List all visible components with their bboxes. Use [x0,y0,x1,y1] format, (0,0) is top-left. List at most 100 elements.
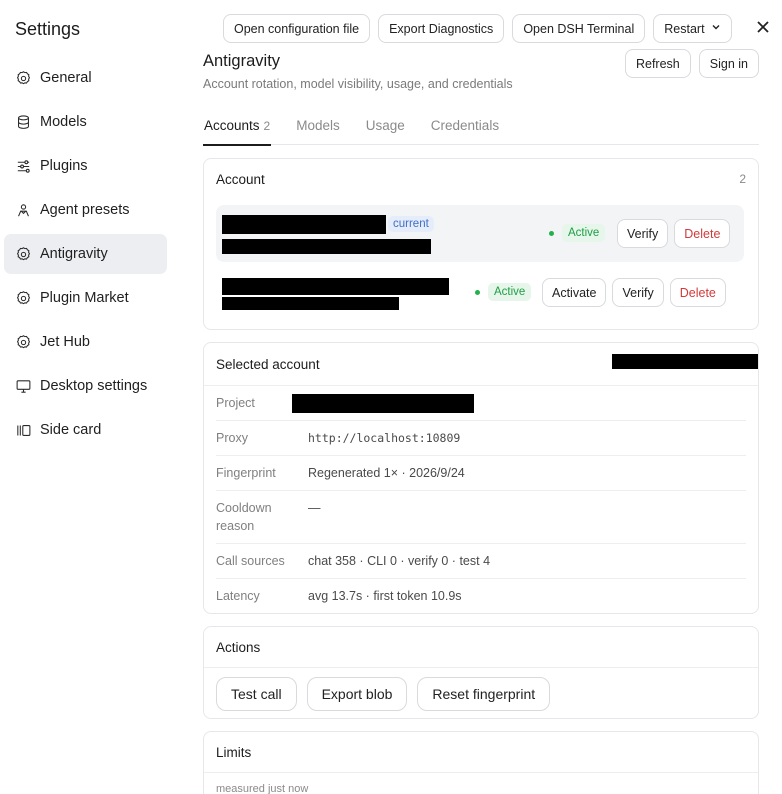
sidebar-item-plugins[interactable]: Plugins [4,146,167,186]
restart-dropdown-button[interactable]: Restart [653,14,732,43]
field-value: chat 358 · CLI 0 · verify 0 · test 4 [308,554,491,568]
field-value: Regenerated 1× · 2026/9/24 [308,466,465,480]
redacted-project [292,394,490,413]
tab-credentials[interactable]: Credentials [430,111,500,145]
open-config-button[interactable]: Open configuration file [223,14,371,43]
field-fingerprint: Fingerprint Regenerated 1× · 2026/9/24 [216,455,746,490]
tab-accounts[interactable]: Accounts 2 [203,111,272,146]
field-list: Project Proxy http://localhost:10809 Fin… [204,385,758,613]
tab-usage[interactable]: Usage [365,111,406,145]
activate-button[interactable]: Activate [542,278,607,307]
settings-window: Settings General Models Plugins Agent pr… [0,0,782,794]
tab-label: Accounts [204,118,260,133]
sidebar-title: Settings [15,19,81,39]
sidebar-item-general[interactable]: General [4,58,167,98]
actions-header: Actions [204,627,758,667]
field-key: Latency [216,589,260,603]
page-title: Antigravity [203,52,281,70]
sidebar-item-label: Antigravity [40,246,108,262]
header-actions: Refresh Sign in [624,49,759,78]
sidebar-item-label: Jet Hub [40,334,90,350]
refresh-button[interactable]: Refresh [624,49,691,78]
field-proxy: Proxy http://localhost:10809 [216,420,746,455]
sign-in-button[interactable]: Sign in [698,49,759,78]
tab-label: Credentials [430,118,500,133]
sidebar: Settings General Models Plugins Agent pr… [0,0,182,794]
sidebar-item-jet-hub[interactable]: Jet Hub [4,322,167,362]
sidebar-item-side-card[interactable]: Side card [4,410,167,450]
account-card: Account 2 current Active Verify Delete A… [203,158,759,330]
redacted-selected-id [612,354,758,369]
field-value: — [308,501,321,515]
redacted-account-email [222,239,431,254]
account-row[interactable]: Active Activate Verify Delete [216,264,744,321]
chevron-down-icon [711,22,721,35]
redacted-account-name [222,215,386,234]
verify-button[interactable]: Verify [617,219,669,248]
sidebar-nav: General Models Plugins Agent presets Ant… [4,58,167,454]
close-icon[interactable] [752,16,774,38]
status-dot [549,230,554,236]
tab-models[interactable]: Models [295,111,341,145]
limits-title: Limits [216,744,252,760]
actions-row: Test call Export blob Reset fingerprint [204,667,758,711]
sidebar-item-antigravity[interactable]: Antigravity [4,234,167,274]
open-terminal-button[interactable]: Open DSH Terminal [512,14,646,43]
status-badge: Active [488,283,532,301]
tab-label: Usage [365,118,405,133]
current-badge: current [388,216,434,232]
account-count: 2 [739,172,746,186]
selected-account-card: Selected account Project Proxy http://lo… [203,342,759,614]
sidebar-item-label: Plugins [40,158,88,174]
row-actions: Activate Verify Delete [542,278,726,307]
database-icon [15,114,32,131]
actions-card: Actions Test call Export blob Reset fing… [203,626,759,719]
page-subtitle: Account rotation, model visibility, usag… [203,77,513,91]
redacted-account-email [222,297,399,310]
actions-title: Actions [216,639,261,655]
reset-fingerprint-button[interactable]: Reset fingerprint [417,677,551,711]
verify-button[interactable]: Verify [612,278,664,307]
gear-icon [15,334,32,351]
export-blob-button[interactable]: Export blob [306,677,408,711]
sidebar-item-models[interactable]: Models [4,102,167,142]
field-latency: Latency avg 13.7s · first token 10.9s [216,578,746,613]
sidebar-item-label: Agent presets [40,202,130,218]
status-badge: Active [562,224,606,242]
selected-account-title: Selected account [216,356,320,372]
limits-card: Limits measured just now [203,731,759,794]
field-key: Proxy [216,431,248,445]
sidebar-item-desktop-settings[interactable]: Desktop settings [4,366,167,406]
field-call-sources: Call sources chat 358 · CLI 0 · verify 0… [216,543,746,578]
field-key: Call sources [216,554,285,568]
limits-header: Limits [204,732,758,772]
gear-icon [15,70,32,87]
row-actions: Verify Delete [617,219,731,248]
delete-button[interactable]: Delete [674,219,731,248]
agent-icon [15,202,32,219]
field-key: Cooldown reason [216,501,272,533]
sidebar-item-label: Desktop settings [40,378,148,394]
redacted-account-name [222,278,449,295]
sidebar-item-label: Models [40,114,87,130]
export-diagnostics-button[interactable]: Export Diagnostics [378,14,505,43]
tab-bar: Accounts 2 Models Usage Credentials [203,111,759,146]
tab-label: Models [296,118,340,133]
status-indicator: Active [549,224,606,242]
field-project: Project [216,386,746,420]
field-value: http://localhost:10809 [308,431,461,445]
restart-label: Restart [664,21,705,36]
gear-icon [15,246,32,263]
test-call-button[interactable]: Test call [216,677,297,711]
gear-icon [15,290,32,307]
status-dot [475,289,480,295]
sidebar-item-plugin-market[interactable]: Plugin Market [4,278,167,318]
redaction-block [292,394,474,413]
account-row-current[interactable]: current Active Verify Delete [216,205,744,262]
sidebar-item-agent-presets[interactable]: Agent presets [4,190,167,230]
account-card-header: Account 2 [204,159,758,199]
sidebar-item-label: General [40,70,92,86]
delete-button[interactable]: Delete [669,278,726,307]
sidebar-item-label: Side card [40,422,102,438]
field-value: avg 13.7s · first token 10.9s [308,589,462,603]
